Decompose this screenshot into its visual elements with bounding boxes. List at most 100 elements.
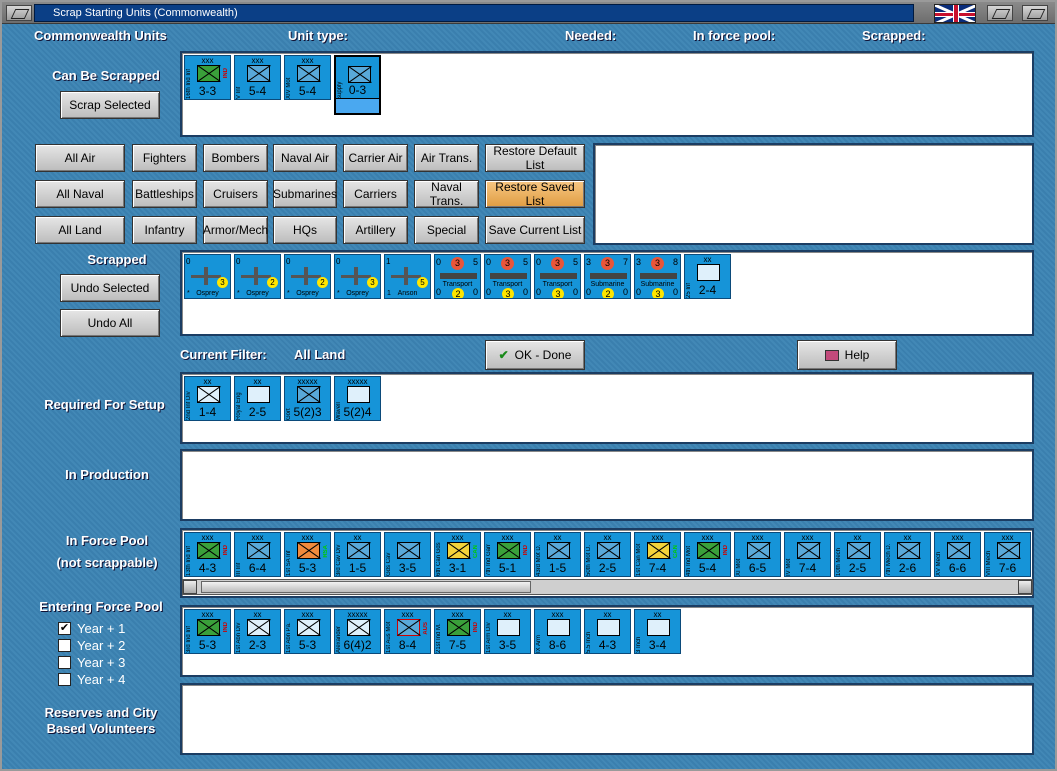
unit-counter[interactable]: xxx VIII Mech 7-6	[984, 532, 1031, 577]
unit-counter[interactable]: xxx 1st Can Mot CAN 7-4	[634, 532, 681, 577]
restore-saved-list-button[interactable]: Restore Saved List	[485, 180, 585, 208]
air-unit-counter[interactable]: 0 2 * Osprey	[284, 254, 331, 299]
year-plus-4-checkbox[interactable]	[58, 673, 71, 686]
ship-unit-counter[interactable]: 3 3 8 Submarine 3 0 0	[634, 254, 681, 299]
filter-list-panel[interactable]	[593, 143, 1034, 245]
year-plus-2-checkbox[interactable]	[58, 639, 71, 652]
unit-counter[interactable]: xxx XV Mech 6-6	[934, 532, 981, 577]
help-button[interactable]: Help	[797, 340, 897, 370]
unit-counter[interactable]: xx 3 Inch 3-4	[634, 609, 681, 654]
undo-selected-button[interactable]: Undo Selected	[60, 274, 160, 302]
unit-counter[interactable]: xxx 16th Ind Inf IND 3-3	[184, 55, 231, 100]
filter-carriers-button[interactable]: Carriers	[343, 180, 408, 208]
unit-size: xxxxx	[347, 610, 368, 619]
save-current-list-button[interactable]: Save Current List	[485, 216, 585, 244]
force-pool-scrollbar[interactable]	[182, 579, 1033, 595]
unit-counter[interactable]: xx 50th Mot D. 2-5	[584, 532, 631, 577]
can-be-scrapped-list[interactable]: xxx 16th Ind Inf IND 3-3 xxx V Inf 5-4 xxx XIV M…	[180, 51, 1034, 137]
unit-counter[interactable]: xxx 7th Ind Garr IND 5-1	[484, 532, 531, 577]
filter-naval-trans-button[interactable]: Naval Trans.	[414, 180, 479, 208]
unit-counter[interactable]: xxx IV Mot 7-4	[784, 532, 831, 577]
unit-counter[interactable]: Gds Cav 3-5	[384, 532, 431, 577]
filter-infantry-button[interactable]: Infantry	[132, 216, 197, 244]
minimize-button[interactable]	[6, 5, 32, 21]
unit-counter[interactable]: Supply 0-3	[334, 55, 381, 115]
unit-counter[interactable]: xxx 1st Aus Mot AUS 8-4	[384, 609, 431, 654]
filter-armor-mech-button[interactable]: Armor/Mech	[203, 216, 268, 244]
filter-carrier-air-button[interactable]: Carrier Air	[343, 144, 408, 172]
undo-all-button[interactable]: Undo All	[60, 309, 160, 337]
unit-counter[interactable]: xxx XIV Mot 5-4	[284, 55, 331, 100]
air-unit-counter[interactable]: 0 2 * Osprey	[234, 254, 281, 299]
unit-counter[interactable]: xx 10th Mech 2-5	[834, 532, 881, 577]
unit-counter[interactable]: xxx 13th Ind Inf IND 4-3	[184, 532, 231, 577]
scroll-right-icon[interactable]	[1018, 580, 1032, 594]
unit-counter[interactable]: xxx 3rd Ind Inf IND 5-3	[184, 609, 231, 654]
unit-counter[interactable]: xxxxx Wavell 5(2)4	[334, 376, 381, 421]
filter-all-air-button[interactable]: All Air	[35, 144, 125, 172]
current-filter-label: Current Filter:	[180, 347, 267, 362]
ok-done-button[interactable]: ✔ OK - Done	[485, 340, 585, 370]
filter-all-naval-button[interactable]: All Naval	[35, 180, 125, 208]
reserves-list[interactable]	[180, 683, 1034, 755]
unit-counter[interactable]: xx 1st Abn Div 2-3	[234, 609, 281, 654]
unit-counter[interactable]: xxx 6th Can Gds CAN 3-1	[434, 532, 481, 577]
filter-cruisers-button[interactable]: Cruisers	[203, 180, 268, 208]
unit-counter[interactable]: xxx IX Arm 8-6	[534, 609, 581, 654]
ship-unit-b: 0	[622, 287, 628, 297]
unit-strength: 5(2)3	[293, 405, 322, 419]
in-force-pool-title: In Force Pool	[65, 533, 149, 548]
ship-unit-counter[interactable]: 0 3 5 Transport 3 0 0	[484, 254, 531, 299]
unit-symbol-icon	[647, 619, 670, 636]
unit-counter[interactable]: xx 5.5 Inch 4-3	[584, 609, 631, 654]
required-for-setup-list[interactable]: xx 2nd Inf Div 1-4 xx Royal Eng 2-5 xxxxx Gort 5…	[180, 372, 1034, 444]
unit-counter[interactable]: xx 25 Inf 2-4	[684, 254, 731, 299]
ship-unit-counter[interactable]: 3 3 7 Submarine 2 0 0	[584, 254, 631, 299]
filter-submarines-button[interactable]: Submarines	[273, 180, 337, 208]
year-plus-1-checkbox[interactable]: ✔	[58, 622, 71, 635]
filter-special-button[interactable]: Special	[414, 216, 479, 244]
filter-naval-air-button[interactable]: Naval Air	[273, 144, 337, 172]
unit-size: xx	[353, 533, 362, 542]
unit-counter[interactable]: xxx III Inf 6-4	[234, 532, 281, 577]
unit-counter[interactable]: xx 3rd Cav Div 1-5	[334, 532, 381, 577]
air-unit-counter[interactable]: 0 3 * Osprey	[184, 254, 231, 299]
unit-counter[interactable]: xxx 1st Abn Pa. 5-3	[284, 609, 331, 654]
unit-counter[interactable]: xx 1st Arm Div 3-5	[484, 609, 531, 654]
filter-fighters-button[interactable]: Fighters	[132, 144, 197, 172]
air-unit-counter[interactable]: 1 5 1 Anson	[384, 254, 431, 299]
unit-counter[interactable]: xxx 21st Ind M. IND 7-5	[434, 609, 481, 654]
unit-strength: 2-4	[698, 283, 717, 297]
in-production-list[interactable]	[180, 449, 1034, 521]
unit-symbol-icon	[297, 386, 320, 403]
filter-battleships-button[interactable]: Battleships	[132, 180, 197, 208]
ship-unit-counter[interactable]: 0 3 5 Transport 2 0 0	[434, 254, 481, 299]
ship-unit-counter[interactable]: 0 3 5 Transport 3 0 0	[534, 254, 581, 299]
unit-symbol-icon	[197, 386, 220, 403]
entering-force-pool-list[interactable]: xxx 3rd Ind Inf IND 5-3 xx 1st Abn Div 2-3 xxx 1…	[180, 605, 1034, 677]
scrapped-list[interactable]: 0 3 * Osprey 0 2 * Osprey 0 2 * Osprey 0 3 * Osprey 1 5 1 A…	[180, 250, 1034, 336]
unit-counter[interactable]: xxx 4th Ind Mot IND 5-4	[684, 532, 731, 577]
filter-air-trans-button[interactable]: Air Trans.	[414, 144, 479, 172]
unit-counter[interactable]: xx 7th Mech D. 2-6	[884, 532, 931, 577]
scrollbar-thumb[interactable]	[201, 581, 531, 593]
restore-default-list-button[interactable]: Restore Default List	[485, 144, 585, 172]
filter-all-land-button[interactable]: All Land	[35, 216, 125, 244]
scroll-left-icon[interactable]	[183, 580, 197, 594]
unit-counter[interactable]: xxx 1st SA Inf RSA 5-3	[284, 532, 331, 577]
year-plus-3-checkbox[interactable]	[58, 656, 71, 669]
scrap-selected-button[interactable]: Scrap Selected	[60, 91, 160, 119]
air-unit-counter[interactable]: 0 3 * Osprey	[334, 254, 381, 299]
close-button[interactable]	[1022, 5, 1048, 21]
restore-button[interactable]	[987, 5, 1013, 21]
unit-counter[interactable]: xxx V Inf 5-4	[234, 55, 281, 100]
unit-counter[interactable]: xx 43rd Mot D. 1-5	[534, 532, 581, 577]
unit-counter[interactable]: xxxxx Alexander 6(4)2	[334, 609, 381, 654]
filter-artillery-button[interactable]: Artillery	[343, 216, 408, 244]
filter-bombers-button[interactable]: Bombers	[203, 144, 268, 172]
filter-hqs-button[interactable]: HQs	[273, 216, 337, 244]
unit-counter[interactable]: xxx XI Mot 6-5	[734, 532, 781, 577]
unit-counter[interactable]: xx 2nd Inf Div 1-4	[184, 376, 231, 421]
unit-counter[interactable]: xx Royal Eng 2-5	[234, 376, 281, 421]
unit-counter[interactable]: xxxxx Gort 5(2)3	[284, 376, 331, 421]
